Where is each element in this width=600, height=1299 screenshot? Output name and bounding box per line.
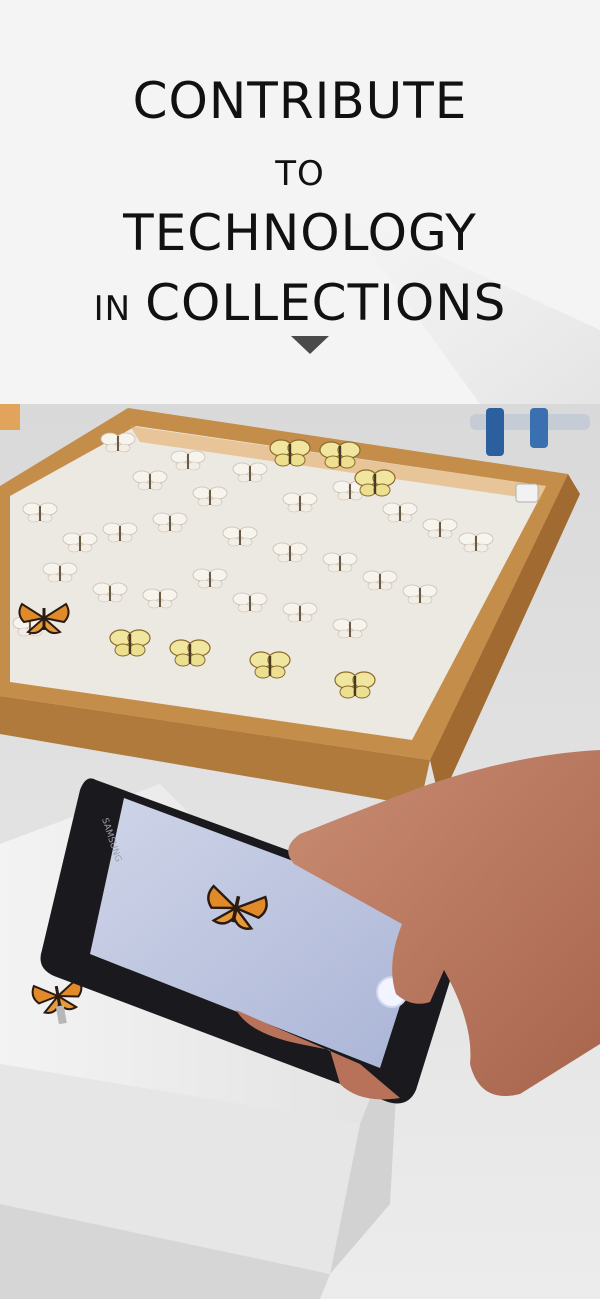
hero-header: CONTRIBUTE TO TECHNOLOGY IN COLLECTIONS bbox=[0, 0, 600, 404]
headline-line-3: TECHNOLOGY bbox=[123, 204, 477, 262]
hero-photo: SAMSUNG bbox=[0, 404, 600, 1299]
headline-line-4: IN COLLECTIONS bbox=[0, 272, 600, 340]
page: CONTRIBUTE TO TECHNOLOGY IN COLLECTIONS bbox=[0, 0, 600, 1299]
headline-line-4-small: IN bbox=[93, 289, 132, 329]
hero-photo-illustration: SAMSUNG bbox=[0, 404, 600, 1299]
down-arrow-icon[interactable] bbox=[291, 336, 329, 354]
edge-object bbox=[0, 404, 20, 430]
headline-line-1: CONTRIBUTE bbox=[132, 72, 468, 130]
headline-line-4-large: COLLECTIONS bbox=[145, 274, 507, 332]
headline-line-2: TO bbox=[275, 154, 325, 194]
